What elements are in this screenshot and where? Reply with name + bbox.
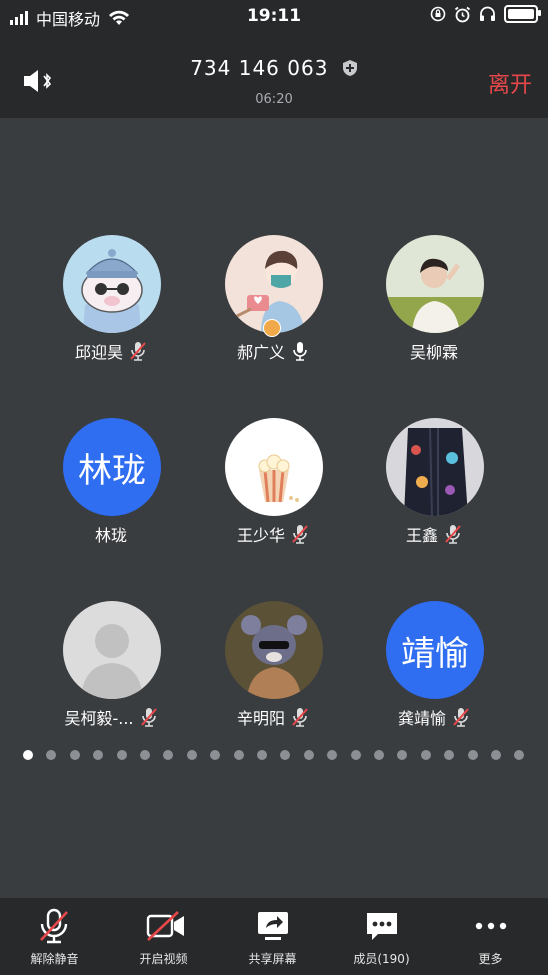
page-dot[interactable] xyxy=(210,750,221,760)
meeting-id[interactable]: 734 146 063 xyxy=(0,56,548,80)
share-screen-icon xyxy=(258,912,288,940)
bottom-toolbar: 解除静音 开启视频 共享屏幕 成员(190) 更多 xyxy=(0,898,548,975)
page-dot[interactable] xyxy=(420,750,431,760)
participant-grid: 邱迎昊 郝广义 吴柳霖 林珑 林珑 王少华 王鑫 吴柯毅-... 辛明阳 靖愉 … xyxy=(0,0,548,975)
more-icon xyxy=(475,922,507,930)
mic-muted-icon xyxy=(445,525,461,544)
participant-name: 王少华 xyxy=(236,526,285,545)
participant-tile[interactable]: 王鑫 xyxy=(353,418,515,568)
meeting-duration: 06:20 xyxy=(255,92,293,107)
mic-muted-icon xyxy=(453,708,469,727)
headphones-icon xyxy=(480,6,495,21)
participant-name: 辛明阳 xyxy=(236,709,285,728)
page-dot[interactable] xyxy=(327,750,338,760)
default-person-avatar xyxy=(63,601,161,699)
page-dot[interactable] xyxy=(23,750,33,760)
participant-name-row: 吴柯毅-... xyxy=(30,705,192,729)
participant-tile[interactable]: 吴柯毅-... xyxy=(30,601,192,751)
page-dot[interactable] xyxy=(397,750,408,760)
page-dot[interactable] xyxy=(163,750,174,760)
start-video-button[interactable]: 开启视频 xyxy=(109,898,218,975)
start-video-label: 开启视频 xyxy=(139,952,188,966)
participant-name-row: 郝广义 xyxy=(192,339,354,363)
text-avatar: 靖愉 xyxy=(386,601,484,699)
participant-name-row: 王少华 xyxy=(192,522,354,546)
meeting-header: 734 146 063 06:20 离开 xyxy=(0,34,548,118)
cartoon-rat-avatar xyxy=(225,601,323,699)
leave-button[interactable]: 离开 xyxy=(488,67,532,99)
page-dot[interactable] xyxy=(257,750,267,760)
more-label: 更多 xyxy=(478,952,503,966)
participant-tile[interactable]: 靖愉 龚靖愉 xyxy=(353,601,515,751)
participant-name-row: 龚靖愉 xyxy=(353,705,515,729)
page-dot[interactable] xyxy=(233,750,244,760)
page-dot[interactable] xyxy=(186,750,197,760)
popcorn-avatar xyxy=(225,418,323,516)
mic-muted-icon xyxy=(130,342,146,361)
page-dot[interactable] xyxy=(350,750,361,760)
participant-name: 吴柳霖 xyxy=(409,343,458,362)
mic-muted-icon xyxy=(140,708,157,727)
participant-name: 邱迎昊 xyxy=(74,343,123,362)
page-dot[interactable] xyxy=(116,750,127,760)
participant-name: 吴柯毅-... xyxy=(64,709,134,728)
share-screen-button[interactable]: 共享屏幕 xyxy=(218,898,327,975)
mic-icon xyxy=(293,342,307,361)
participant-tile[interactable]: 邱迎昊 xyxy=(30,235,192,385)
video-off-icon xyxy=(146,911,184,941)
participant-tile[interactable]: 吴柳霖 xyxy=(353,235,515,385)
page-dot[interactable] xyxy=(93,750,104,760)
status-icons xyxy=(430,5,541,23)
participant-name-row: 王鑫 xyxy=(353,522,515,546)
share-screen-label: 共享屏幕 xyxy=(248,952,297,966)
members-label: 成员(190) xyxy=(353,952,410,966)
photo-person-avatar xyxy=(386,235,484,333)
text-avatar: 林珑 xyxy=(63,418,161,516)
more-button[interactable]: 更多 xyxy=(436,898,545,975)
participant-name: 郝广义 xyxy=(236,343,285,362)
mic-muted-icon xyxy=(292,525,308,544)
jacket-photo-avatar xyxy=(386,418,484,516)
participant-tile[interactable]: 林珑 林珑 xyxy=(30,418,192,568)
shield-icon xyxy=(342,60,357,76)
page-dot[interactable] xyxy=(444,750,455,760)
page-dot[interactable] xyxy=(69,750,80,760)
participant-name: 龚靖愉 xyxy=(397,709,446,728)
mic-muted-icon xyxy=(40,908,68,944)
host-badge-icon xyxy=(263,319,281,337)
participant-tile[interactable]: 王少华 xyxy=(192,418,354,568)
mic-muted-icon xyxy=(292,708,308,727)
participant-tile-host[interactable]: 郝广义 xyxy=(192,235,354,385)
alarm-icon xyxy=(454,6,471,22)
participant-tile[interactable]: 辛明阳 xyxy=(192,601,354,751)
page-dot[interactable] xyxy=(491,750,501,760)
participant-name-row: 吴柳霖 xyxy=(353,339,515,363)
page-dot[interactable] xyxy=(303,750,314,760)
status-bar: 中国移动 19:11 xyxy=(0,0,548,34)
participant-name-row: 辛明阳 xyxy=(192,705,354,729)
participant-name: 王鑫 xyxy=(405,526,438,545)
pig-cartoon-avatar xyxy=(63,235,161,333)
unmute-label: 解除静音 xyxy=(30,952,79,966)
rotation-lock-icon xyxy=(430,6,446,22)
battery-icon xyxy=(504,5,541,23)
page-dot[interactable] xyxy=(374,750,384,760)
unmute-button[interactable]: 解除静音 xyxy=(0,898,109,975)
participant-name: 林珑 xyxy=(94,526,127,545)
participant-name-row: 林珑 xyxy=(30,522,192,546)
page-dot[interactable] xyxy=(140,750,150,760)
chat-bubble-icon xyxy=(367,913,397,940)
participant-name-row: 邱迎昊 xyxy=(30,339,192,363)
page-dot[interactable] xyxy=(467,750,478,760)
page-dot[interactable] xyxy=(46,750,57,760)
page-dot[interactable] xyxy=(280,750,291,760)
members-button[interactable]: 成员(190) xyxy=(327,898,436,975)
page-dot[interactable] xyxy=(514,750,525,760)
page-indicator[interactable] xyxy=(0,750,548,762)
meeting-id-text: 734 146 063 xyxy=(190,56,329,80)
